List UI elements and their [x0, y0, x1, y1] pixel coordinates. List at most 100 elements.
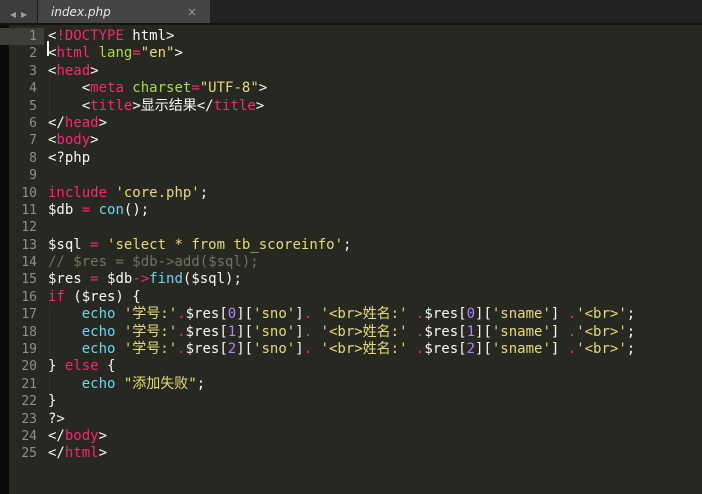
code-line[interactable]: 7<body> — [0, 132, 702, 149]
line-number: 23 — [0, 411, 44, 428]
code-line[interactable]: 6</head> — [0, 115, 702, 132]
code-token: 'sno' — [253, 324, 295, 340]
code-token: head — [56, 63, 90, 79]
code-token: 'sname' — [492, 306, 551, 322]
line-number: 7 — [0, 132, 44, 149]
code-token: $res[ — [424, 324, 466, 340]
code-line[interactable]: 14// $res = $db->add($sql); — [0, 254, 702, 271]
code-token: "添加失败" — [124, 376, 197, 392]
editor-window: ◀ ▶ index.php × 1<!DOCTYPE html>2<html l… — [0, 0, 702, 494]
line-number: 5 — [0, 98, 44, 115]
code-line[interactable]: 23?> — [0, 411, 702, 428]
code-token — [115, 306, 123, 322]
code-token — [408, 306, 416, 322]
code-token: $res[ — [424, 306, 466, 322]
code-token: </ — [48, 428, 65, 444]
code-token: > — [99, 445, 107, 461]
line-number: 24 — [0, 428, 44, 445]
code-line[interactable]: 20} else { — [0, 358, 702, 375]
line-number: 25 — [0, 445, 44, 462]
code-line[interactable]: 22} — [0, 393, 702, 410]
code-line[interactable]: 15$res = $db->find($sql); — [0, 271, 702, 288]
code-token: '学号:' — [124, 341, 177, 357]
code-token: $res[ — [186, 306, 228, 322]
code-token: = — [82, 202, 90, 218]
code-line[interactable]: 1<!DOCTYPE html> — [0, 28, 702, 45]
tab-index-php[interactable]: index.php × — [38, 0, 210, 23]
line-number: 22 — [0, 393, 44, 410]
line-number: 11 — [0, 202, 44, 219]
code-token: '<br>姓名:' — [321, 324, 408, 340]
code-token: html> — [124, 28, 175, 44]
code-editor: 1<!DOCTYPE html>2<html lang="en">3<head>… — [0, 25, 702, 494]
code-token: = — [191, 80, 199, 96]
tab-close-icon[interactable]: × — [187, 6, 197, 18]
code-line[interactable]: 4 <meta charset="UTF-8"> — [0, 80, 702, 97]
code-token: $res[ — [424, 341, 466, 357]
code-line-text: } else { — [48, 358, 115, 375]
line-number: 12 — [0, 219, 44, 236]
code-token — [48, 341, 82, 357]
code-line-text: <?php — [48, 150, 90, 167]
code-token: body — [56, 132, 90, 148]
code-line[interactable]: 10include 'core.php'; — [0, 185, 702, 202]
line-number: 1 — [0, 28, 44, 45]
code-token: > — [90, 63, 98, 79]
code-line-text: } — [48, 393, 56, 410]
code-line[interactable]: 8<?php — [0, 150, 702, 167]
line-number: 14 — [0, 254, 44, 271]
nav-back-button[interactable]: ◀ — [10, 4, 16, 20]
code-token: '<br>姓名:' — [321, 341, 408, 357]
code-token: ; — [627, 324, 635, 340]
code-line[interactable]: 12 — [0, 219, 702, 236]
code-token: ; — [197, 376, 205, 392]
code-token: ][ — [236, 306, 253, 322]
code-token: 0 — [467, 306, 475, 322]
code-token — [408, 324, 416, 340]
code-line[interactable]: 13$sql = 'select * from tb_scoreinfo'; — [0, 237, 702, 254]
code-line[interactable]: 24</body> — [0, 428, 702, 445]
code-line-text: </head> — [48, 115, 107, 132]
code-token — [312, 324, 320, 340]
code-token: ][ — [475, 341, 492, 357]
code-token: con — [99, 202, 124, 218]
code-line[interactable]: 19 echo '学号:'.$res[2]['sno']. '<br>姓名:' … — [0, 341, 702, 358]
code-line[interactable]: 2<html lang="en"> — [0, 45, 702, 62]
code-token: </ — [48, 115, 65, 131]
code-line[interactable]: 17 echo '学号:'.$res[0]['sno']. '<br>姓名:' … — [0, 306, 702, 323]
code-area[interactable]: 1<!DOCTYPE html>2<html lang="en">3<head>… — [0, 25, 702, 463]
line-number: 2 — [0, 45, 44, 62]
code-token: ] — [551, 324, 568, 340]
code-token: ] — [295, 341, 303, 357]
code-token: } — [48, 393, 56, 409]
code-token: echo — [82, 306, 116, 322]
code-token: . — [177, 306, 185, 322]
code-token: ] — [295, 324, 303, 340]
code-token: charset — [124, 80, 191, 96]
line-number: 3 — [0, 63, 44, 80]
nav-forward-button[interactable]: ▶ — [21, 4, 27, 20]
tab-bar: ◀ ▶ index.php × — [0, 0, 702, 25]
code-token: echo — [82, 376, 116, 392]
line-number: 6 — [0, 115, 44, 132]
code-token — [48, 306, 82, 322]
code-token: 'sno' — [253, 341, 295, 357]
line-number: 9 — [0, 167, 44, 184]
code-line[interactable]: 16if ($res) { — [0, 289, 702, 306]
code-token: include — [48, 185, 107, 201]
code-line[interactable]: 5 <title>显示结果</title> — [0, 98, 702, 115]
code-token: $db — [48, 202, 82, 218]
code-line[interactable]: 21 echo "添加失败"; — [0, 376, 702, 393]
code-token: } — [48, 358, 65, 374]
code-line[interactable]: 11$db = con(); — [0, 202, 702, 219]
code-token — [408, 341, 416, 357]
code-token: lang — [90, 45, 132, 61]
code-line[interactable]: 18 echo '学号:'.$res[1]['sno']. '<br>姓名:' … — [0, 324, 702, 341]
code-line[interactable]: 25</html> — [0, 445, 702, 462]
code-token — [90, 202, 98, 218]
code-line-text: echo '学号:'.$res[0]['sno']. '<br>姓名:' .$r… — [48, 306, 635, 323]
code-line[interactable]: 3<head> — [0, 63, 702, 80]
code-line[interactable]: 9 — [0, 167, 702, 184]
code-token: body — [65, 428, 99, 444]
code-token: "en" — [141, 45, 175, 61]
